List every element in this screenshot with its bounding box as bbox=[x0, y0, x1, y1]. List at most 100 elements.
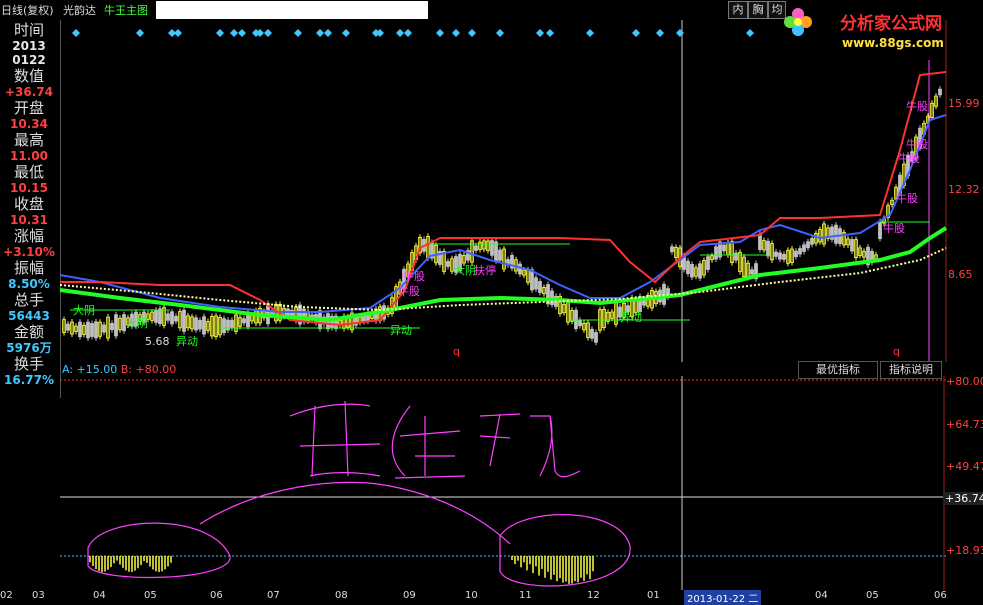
candle-body bbox=[758, 233, 762, 250]
diamond-marker bbox=[256, 29, 264, 37]
chart-annotation: 大阴 bbox=[126, 317, 148, 330]
candle-body bbox=[806, 241, 810, 249]
x-axis-label: 07 bbox=[267, 590, 280, 601]
chart-annotation: 牛股 bbox=[906, 100, 928, 113]
chart-annotation: 5.68 bbox=[145, 335, 170, 348]
ind-axis-80: +80.00 bbox=[946, 375, 983, 388]
candle-body bbox=[86, 321, 90, 339]
info-value: 10.34 bbox=[10, 117, 48, 131]
nei-button[interactable]: 内 bbox=[728, 1, 748, 19]
x-axis-label: 03 bbox=[32, 590, 45, 601]
a-label: A: bbox=[62, 363, 74, 376]
candle-body bbox=[154, 309, 158, 323]
candle-body bbox=[574, 309, 578, 330]
candle-body bbox=[170, 311, 174, 325]
candle-body bbox=[810, 238, 814, 245]
ma-red-line bbox=[60, 71, 947, 327]
chart-annotation: 牛股 bbox=[398, 285, 420, 298]
info-value: 8.50% bbox=[8, 277, 50, 291]
candle-body bbox=[78, 321, 82, 338]
info-value: 10.31 bbox=[10, 213, 48, 227]
x-axis-label: 11 bbox=[519, 590, 532, 601]
indicator-chart[interactable] bbox=[60, 376, 946, 590]
x-axis-label: 05 bbox=[144, 590, 157, 601]
a-value: +15.00 bbox=[76, 363, 118, 376]
x-axis-label: 04 bbox=[93, 590, 106, 601]
x-axis-label: 09 bbox=[403, 590, 416, 601]
candle-body bbox=[670, 246, 674, 253]
candle-body bbox=[734, 252, 738, 261]
diamond-marker bbox=[342, 29, 350, 37]
info-label: 最高 bbox=[13, 131, 44, 149]
x-axis-label: 12 bbox=[587, 590, 600, 601]
xiong-button[interactable]: 胸 bbox=[748, 1, 768, 19]
info-panel: 时间 2013 0122 数值 +36.74 开盘 10.34 最高 11.00 最低 10.15 收… bbox=[0, 20, 61, 398]
candle-body bbox=[182, 309, 186, 332]
diamond-marker bbox=[174, 29, 182, 37]
candle-body bbox=[66, 323, 70, 331]
candle-body bbox=[834, 224, 838, 244]
chart-annotation: 异动 bbox=[176, 335, 198, 348]
diamond-marker bbox=[216, 29, 224, 37]
handwriting-char-2 bbox=[391, 405, 466, 479]
ind-axis-49: +49.47 bbox=[946, 460, 983, 473]
info-label: 涨幅 bbox=[13, 227, 44, 245]
chart-annotation: 异动 bbox=[620, 311, 642, 324]
candle-body bbox=[222, 318, 226, 334]
candle-body bbox=[578, 319, 582, 327]
ind-axis-64: +64.73 bbox=[946, 418, 983, 431]
indicator-name[interactable]: 牛王主图 bbox=[104, 2, 148, 18]
info-label: 开盘 bbox=[13, 99, 44, 117]
indicator-values: A: +15.00 B: +80.00 bbox=[62, 363, 176, 376]
chart-annotation: 牛股 bbox=[403, 270, 425, 283]
candle-body bbox=[850, 239, 854, 252]
candle-body bbox=[778, 252, 782, 260]
candle-body bbox=[878, 221, 882, 239]
candle-body bbox=[194, 317, 198, 331]
info-label: 最低 bbox=[13, 163, 44, 181]
handwriting-arc bbox=[199, 481, 511, 545]
candle-body bbox=[798, 248, 802, 255]
diamond-marker bbox=[294, 29, 302, 37]
x-axis-label: 2013-01-22 二 bbox=[684, 590, 762, 605]
candle-body bbox=[94, 321, 98, 339]
info-value: 11.00 bbox=[10, 149, 48, 163]
code-input[interactable] bbox=[156, 1, 428, 19]
chart-annotation: q bbox=[453, 345, 460, 358]
diamond-marker bbox=[264, 29, 272, 37]
candle-body bbox=[230, 319, 234, 329]
period-label[interactable]: 日线(复权) bbox=[1, 2, 54, 18]
x-axis-label: 05 bbox=[866, 590, 879, 601]
candle-body bbox=[794, 250, 798, 258]
candle-body bbox=[494, 241, 498, 262]
handwriting-char-1 bbox=[289, 400, 381, 477]
diamond-marker bbox=[452, 29, 460, 37]
candle-body bbox=[474, 245, 478, 251]
chart-annotation: 牛股 bbox=[883, 222, 905, 235]
diamond-marker bbox=[546, 29, 554, 37]
info-label: 收盘 bbox=[13, 195, 44, 213]
ma-dotted-line bbox=[60, 247, 947, 312]
info-value-secondary: 0122 bbox=[12, 53, 46, 67]
candle-body bbox=[446, 261, 450, 267]
price-chart[interactable] bbox=[60, 20, 950, 362]
candle-body bbox=[110, 323, 114, 331]
candle-body bbox=[802, 244, 806, 252]
info-value: 10.15 bbox=[10, 181, 48, 195]
chart-annotation: 扶停 bbox=[474, 264, 496, 277]
candle-body bbox=[782, 253, 786, 260]
candle-body bbox=[490, 240, 494, 256]
price-label-2: 12.32 bbox=[948, 183, 980, 196]
ma-blue-line bbox=[60, 114, 947, 313]
diamond-marker bbox=[238, 29, 246, 37]
stock-name: 光韵达 bbox=[63, 4, 96, 17]
handwriting-circle-right bbox=[499, 514, 631, 587]
candle-body bbox=[198, 319, 202, 330]
price-label-3: 8.65 bbox=[948, 268, 973, 281]
ind-axis-current: +36.74 bbox=[943, 492, 983, 505]
diamond-marker bbox=[396, 29, 404, 37]
diamond-marker bbox=[376, 29, 384, 37]
candle-body bbox=[114, 314, 118, 337]
candle-body bbox=[698, 263, 702, 279]
chart-annotation: 牛股 bbox=[898, 152, 920, 165]
